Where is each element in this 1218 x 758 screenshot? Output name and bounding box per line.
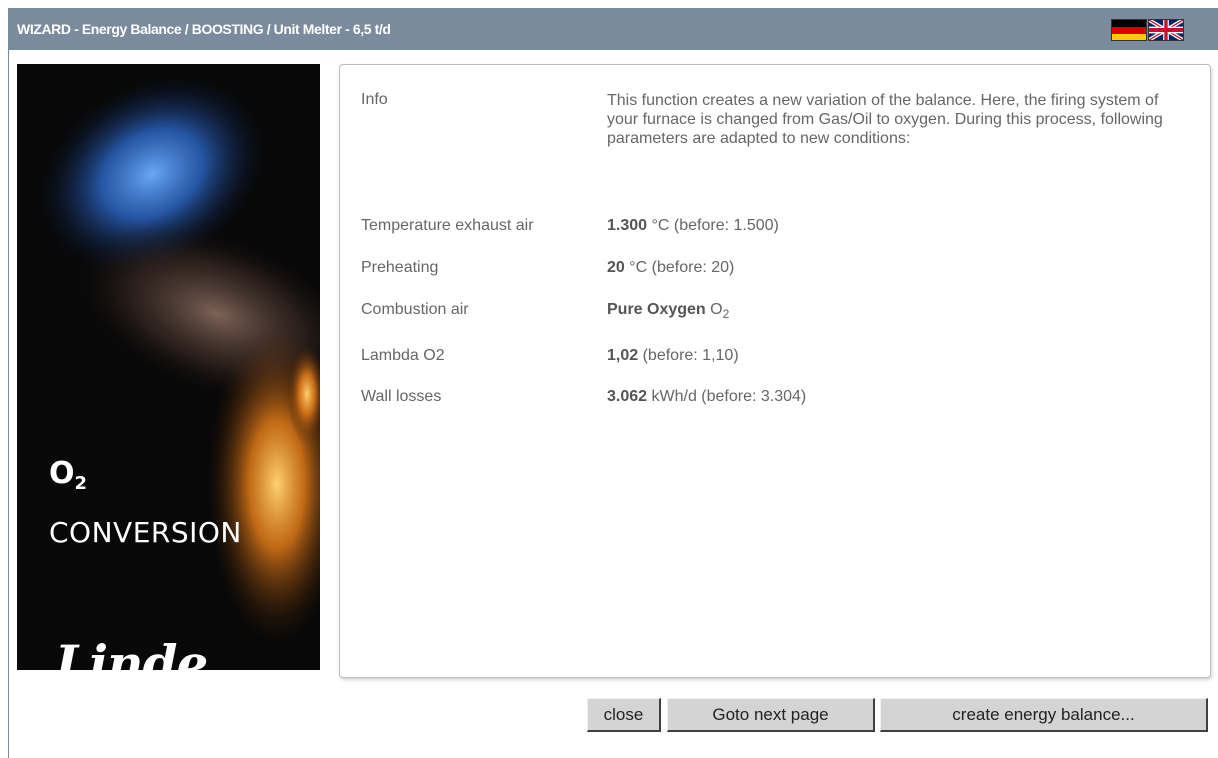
param-value: 1.300 °C (before: 1.500) [607, 217, 779, 234]
param-label: Preheating [361, 259, 439, 276]
goto-next-page-button[interactable]: Goto next page [667, 698, 875, 732]
german-flag-icon[interactable] [1111, 19, 1147, 41]
param-value: 3.062 kWh/d (before: 3.304) [607, 388, 807, 405]
param-label: Combustion air [361, 301, 469, 318]
linde-logo: Linde [55, 634, 208, 670]
uk-flag-icon[interactable] [1148, 19, 1184, 41]
title-bar: WIZARD - Energy Balance / BOOSTING / Uni… [8, 8, 1218, 50]
o2-conversion-banner: O2 CONVERSION Linde [17, 64, 320, 670]
conversion-label: CONVERSION [49, 516, 242, 549]
window-frame [8, 50, 9, 758]
o2-label: O2 [49, 456, 88, 494]
param-label: Temperature exhaust air [361, 217, 534, 234]
param-value: 20 °C (before: 20) [607, 259, 735, 276]
content-panel: Info This function creates a new variati… [339, 64, 1211, 678]
close-button[interactable]: close [587, 698, 661, 732]
info-label: Info [361, 91, 388, 108]
create-energy-balance-button[interactable]: create energy balance... [880, 698, 1208, 732]
info-text: This function creates a new variation of… [607, 92, 1163, 147]
param-value: Pure Oxygen O2 [607, 301, 730, 322]
window-title: WIZARD - Energy Balance / BOOSTING / Uni… [17, 21, 391, 37]
param-label: Lambda O2 [361, 347, 445, 364]
param-label: Wall losses [361, 388, 442, 405]
param-value: 1,02 (before: 1,10) [607, 347, 739, 364]
flame-graphic [38, 75, 320, 644]
